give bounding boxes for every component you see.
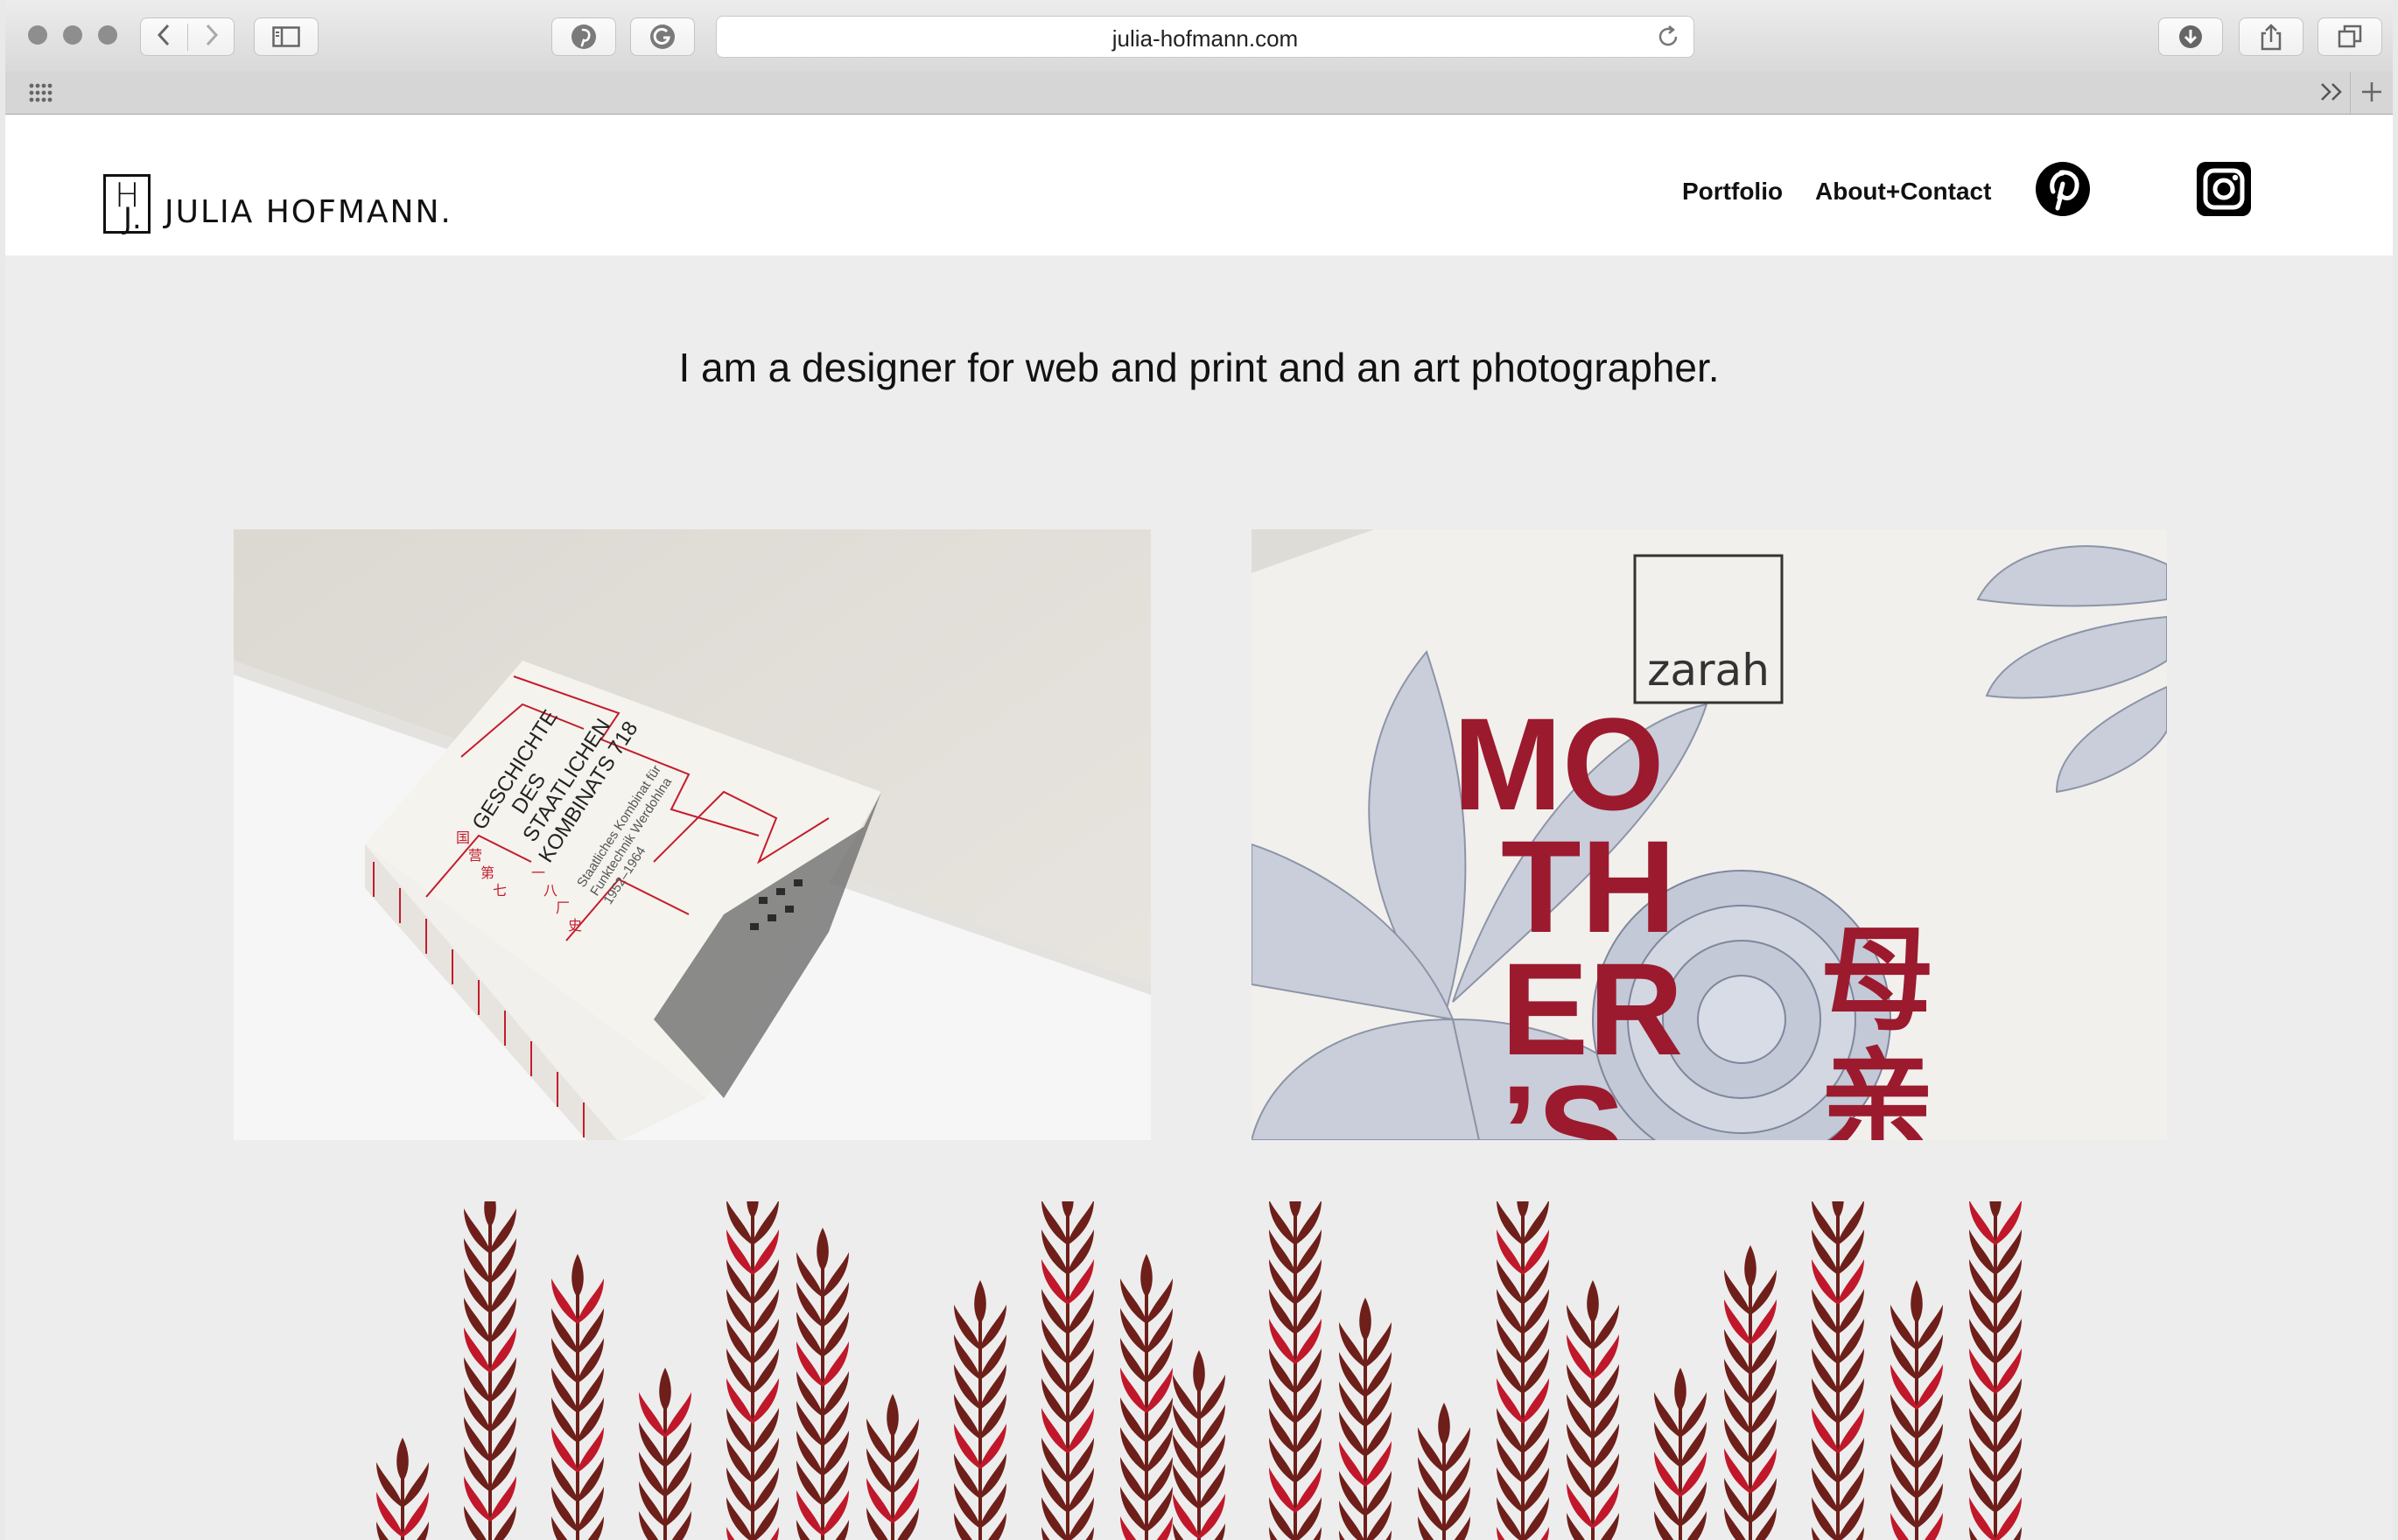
book-photo: GESCHICHTE DES STAATLICHEN KOMBINATS 718…	[234, 529, 1151, 1140]
browser-window: julia-hofmann.com H J. JULIA HOFMANN. Po…	[0, 0, 2398, 1540]
logo-mark-j: J.	[123, 201, 142, 236]
forward-icon[interactable]	[188, 24, 234, 51]
wheat-stalk	[1654, 1368, 1707, 1540]
poster-chinese-2: 亲	[1820, 1036, 1934, 1140]
wheat-stalk	[1969, 1201, 2022, 1540]
nav-about-contact[interactable]: About+Contact	[1815, 178, 1991, 206]
portfolio-tile-wheat-pattern[interactable]	[368, 1201, 2074, 1540]
wheat-stalk	[464, 1201, 516, 1540]
grammarly-icon	[650, 24, 675, 49]
more-favorites-chevron-icon[interactable]	[2319, 77, 2345, 109]
tabs-icon	[2338, 24, 2362, 48]
browser-toolbar: julia-hofmann.com	[5, 0, 2393, 73]
web-page: H J. JULIA HOFMANN. Portfolio About+Cont…	[5, 115, 2393, 1540]
instagram-icon[interactable]	[2195, 160, 2253, 218]
favorites-bar	[5, 72, 2393, 115]
address-bar[interactable]: julia-hofmann.com	[716, 16, 1694, 58]
back-icon[interactable]	[141, 23, 189, 51]
wheat-stalk	[1339, 1298, 1392, 1540]
logo-mark: H J.	[103, 174, 151, 234]
site-header: H J. JULIA HOFMANN. Portfolio About+Cont…	[5, 115, 2393, 256]
url-text: julia-hofmann.com	[1111, 25, 1299, 52]
wheat-stalk	[954, 1280, 1006, 1540]
poster-brand: zarah	[1647, 645, 1770, 696]
tagline: I am a designer for web and print and an…	[678, 345, 1720, 390]
wheat-stalk	[1890, 1280, 1943, 1540]
reload-icon[interactable]	[1655, 24, 1681, 50]
portfolio-tile-mothers-day[interactable]: zarah MO TH ER ’S 母 亲	[1252, 529, 2167, 1140]
wheat-stalk	[1497, 1201, 1549, 1540]
wheat-stalk	[1724, 1245, 1777, 1540]
close-window-button[interactable]	[28, 25, 47, 45]
top-sites-grid-icon[interactable]	[28, 82, 54, 103]
download-icon	[2179, 25, 2202, 48]
book-chinese-3: 第	[480, 864, 494, 881]
wheat-stalk	[1173, 1350, 1225, 1540]
book-chinese-4: 七	[493, 882, 507, 899]
wheat-stalk	[376, 1438, 429, 1540]
book-chinese-2: 营	[468, 847, 482, 864]
share-button[interactable]	[2239, 18, 2303, 56]
minimize-window-button[interactable]	[63, 25, 82, 45]
book-chinese-8: 史	[568, 917, 582, 934]
wheat-stalk	[1418, 1403, 1470, 1540]
wheat-stalk	[796, 1228, 849, 1540]
pinterest-extension-button[interactable]	[551, 18, 616, 56]
poster-word-4: ’S	[1501, 1058, 1625, 1140]
poster-chinese-1: 母	[1820, 914, 1934, 1046]
book-chinese-7: 厂	[556, 900, 570, 916]
wheat-stalk	[551, 1254, 604, 1540]
wheat-stalk	[726, 1201, 779, 1540]
wheat-stalk	[1041, 1201, 1094, 1540]
wheat-stalk	[1567, 1280, 1619, 1540]
back-forward-buttons	[140, 18, 235, 56]
wheat-stalk	[1812, 1201, 1864, 1540]
portfolio-tile-book[interactable]: GESCHICHTE DES STAATLICHEN KOMBINATS 718…	[234, 529, 1151, 1140]
grammarly-extension-button[interactable]	[630, 18, 695, 56]
nav-portfolio[interactable]: Portfolio	[1682, 178, 1783, 206]
wheat-stalk	[1269, 1201, 1322, 1540]
wheat-stalk	[1120, 1254, 1173, 1540]
logo-text: JULIA HOFMANN.	[165, 194, 452, 230]
book-chinese-6: 八	[543, 882, 557, 899]
tabs-overview-button[interactable]	[2317, 18, 2382, 56]
wheat-illustration	[376, 1201, 2022, 1540]
pinterest-extension-icon	[571, 24, 596, 49]
site-logo[interactable]: H J. JULIA HOFMANN.	[103, 171, 452, 234]
sidebar-icon	[272, 26, 300, 47]
downloads-button[interactable]	[2158, 18, 2223, 56]
zoom-window-button[interactable]	[98, 25, 117, 45]
mothers-day-poster: zarah MO TH ER ’S 母 亲	[1252, 529, 2167, 1140]
new-tab-plus-icon[interactable]	[2350, 72, 2393, 114]
pinterest-icon[interactable]	[2034, 160, 2092, 218]
book-chinese-1: 国	[456, 830, 470, 846]
wheat-stalk	[639, 1368, 691, 1540]
share-icon	[2261, 24, 2282, 51]
sidebar-button[interactable]	[254, 18, 319, 56]
wheat-stalk	[866, 1394, 919, 1540]
book-chinese-5: 一	[531, 864, 545, 881]
